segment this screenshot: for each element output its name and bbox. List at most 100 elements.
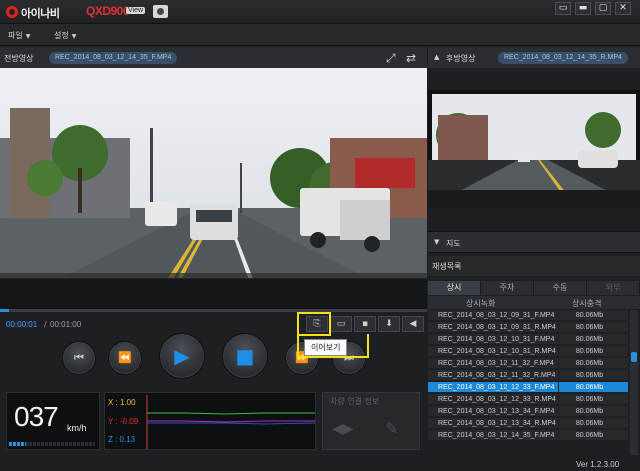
tab-normal[interactable]: 상시 xyxy=(428,281,481,295)
status-bar xyxy=(0,455,640,471)
list-item-file: REC_2014_08_03_12_12_33_R.MP4 xyxy=(438,396,556,403)
list-item-file: REC_2014_08_03_12_11_32_F.MP4 xyxy=(438,360,554,367)
current-time: 00:00:01 xyxy=(6,320,38,329)
column-normal-impact[interactable]: 상시충격 xyxy=(572,298,601,309)
list-item-size: 80.06Mb xyxy=(558,346,618,357)
seek-bar-fill xyxy=(0,309,9,312)
stop-icon: ■ xyxy=(235,344,255,368)
tooltip-highlight xyxy=(297,312,331,336)
list-item-file: REC_2014_08_03_12_12_33_F.MP4 xyxy=(438,384,555,391)
tab-parking[interactable]: 주차 xyxy=(481,281,534,295)
list-item[interactable]: REC_2014_08_03_12_13_34_R.MP4 80.06Mb xyxy=(428,418,628,429)
list-item[interactable]: REC_2014_08_03_12_11_32_R.MP4 80.06Mb xyxy=(428,370,628,381)
list-item-size: 80.06Mb xyxy=(558,310,618,321)
list-item-file: REC_2014_08_03_12_13_34_R.MP4 xyxy=(438,420,556,427)
gsensor-y: Y : -0.09 xyxy=(108,417,139,426)
list-item-size: 80.06Mb xyxy=(558,418,618,429)
rewind-button[interactable]: ⏪ xyxy=(108,341,142,375)
tooltip: 이어보기 xyxy=(304,339,348,356)
volume-icon[interactable]: ◀ xyxy=(402,316,424,332)
rear-video-view[interactable] xyxy=(428,90,640,208)
capture-icon[interactable]: ▪ xyxy=(354,316,376,332)
front-video-label: 전방영상 xyxy=(4,54,34,63)
camera-icon xyxy=(153,5,168,18)
expand-down-icon[interactable]: ▼ xyxy=(434,238,439,246)
speed-value: 037 xyxy=(14,401,59,432)
tab-external[interactable]: 외부 xyxy=(587,281,640,295)
gsensor-x-line xyxy=(147,412,315,415)
swap-icon[interactable]: ⇄ xyxy=(406,51,416,65)
inavi-logo-icon xyxy=(6,6,18,18)
skip-previous-icon: ⏮ xyxy=(74,351,84,364)
list-item-size: 80.06Mb xyxy=(558,382,618,393)
playlist-scroll-thumb[interactable] xyxy=(631,352,637,362)
menu-file[interactable]: 파일 ▼ xyxy=(8,30,30,41)
play-button[interactable]: ▶ xyxy=(159,333,205,379)
list-item-file: REC_2014_08_03_12_10_31_R.MP4 xyxy=(438,348,556,355)
stop-button[interactable]: ■ xyxy=(222,333,268,379)
list-item-file: REC_2014_08_03_12_13_34_F.MP4 xyxy=(438,408,555,415)
menu-bar xyxy=(0,24,640,46)
gsensor-z-line xyxy=(147,422,316,425)
list-item[interactable]: REC_2014_08_03_12_11_32_F.MP4 80.06Mb xyxy=(428,358,628,369)
gsensor-z: Z : 0.13 xyxy=(108,435,136,444)
speed-level-fill xyxy=(9,442,26,446)
brand-name: 아이나비 xyxy=(21,7,60,20)
rear-file-name: REC_2014_08_03_12_14_35_R.MP4 xyxy=(498,52,628,64)
list-item[interactable]: REC_2014_08_03_12_12_33_F.MP4 80.06Mb xyxy=(428,382,628,393)
playlist-scrollbar[interactable] xyxy=(630,310,638,455)
list-item[interactable]: REC_2014_08_03_12_12_33_R.MP4 80.06Mb xyxy=(428,394,628,405)
wrench-icon: ✎ xyxy=(385,419,399,438)
total-time: 00:01:00 xyxy=(50,320,82,329)
list-item-size: 80.06Mb xyxy=(558,394,618,405)
column-normal-record[interactable]: 상시녹화 xyxy=(466,298,495,309)
previous-file-button[interactable]: ⏮ xyxy=(62,341,96,375)
list-item-file: REC_2014_08_03_12_11_32_R.MP4 xyxy=(438,372,556,379)
list-item-file: REC_2014_08_03_12_09_31_R.MP4 xyxy=(438,324,556,331)
seek-bar[interactable] xyxy=(0,309,427,312)
gsensor-x: X : 1.00 xyxy=(108,398,136,407)
play-icon: ▶ xyxy=(174,344,190,368)
list-item[interactable]: REC_2014_08_03_12_09_31_R.MP4 80.06Mb xyxy=(428,322,628,333)
vehicle-link-title: 차량 연결 정보 xyxy=(330,397,380,406)
rear-video-label: 후방영상 xyxy=(446,54,476,63)
playlist-column-header xyxy=(428,296,640,309)
list-item-size: 80.06Mb xyxy=(558,358,618,369)
arrows-icon: ◀▶ xyxy=(332,421,354,437)
menu-settings[interactable]: 설정 ▼ xyxy=(54,30,76,41)
front-file-name: REC_2014_08_03_12_14_35_F.MP4 xyxy=(49,52,178,64)
list-item-size: 80.06Mb xyxy=(558,334,618,345)
rear-video-spacer xyxy=(428,68,640,90)
rear-video-bottom xyxy=(428,208,640,231)
list-item-size: 80.06Mb xyxy=(558,406,618,417)
fullscreen-icon[interactable]: ⤢ xyxy=(386,51,396,66)
maximize-button[interactable]: ▢ xyxy=(595,2,611,15)
rewind-icon: ⏪ xyxy=(118,351,132,364)
list-item-file: REC_2014_08_03_12_14_35_F.MP4 xyxy=(438,432,555,439)
model-name: QXD900 xyxy=(86,4,130,18)
list-item-file: REC_2014_08_03_12_10_31_F.MP4 xyxy=(438,336,555,343)
list-item[interactable]: REC_2014_08_03_12_13_34_F.MP4 80.06Mb xyxy=(428,406,628,417)
download-icon[interactable]: ⬇ xyxy=(378,316,400,332)
close-button[interactable]: ✕ xyxy=(615,2,631,15)
collapse-up-icon[interactable]: ▲ xyxy=(434,53,439,61)
list-item-file: REC_2014_08_03_12_09_31_F.MP4 xyxy=(438,312,555,319)
list-item-size: 80.06Mb xyxy=(558,430,618,441)
list-item-size: 80.06Mb xyxy=(558,370,618,381)
front-video-view[interactable] xyxy=(0,68,427,309)
minimize-button[interactable]: ▬ xyxy=(575,2,591,15)
view-badge: View xyxy=(126,7,146,14)
window-icon[interactable]: ▭ xyxy=(330,316,352,332)
list-item-size: 80.06Mb xyxy=(558,322,618,333)
list-item[interactable]: REC_2014_08_03_12_10_31_R.MP4 80.06Mb xyxy=(428,346,628,357)
menu-file-label: 파일 xyxy=(8,31,23,40)
menu-settings-label: 설정 xyxy=(54,31,69,40)
list-item[interactable]: REC_2014_08_03_12_10_31_F.MP4 80.06Mb xyxy=(428,334,628,345)
speed-unit: km/h xyxy=(67,423,87,433)
list-item[interactable]: REC_2014_08_03_12_09_31_F.MP4 80.06Mb xyxy=(428,310,628,321)
chevron-down-icon: ▼ xyxy=(25,33,31,40)
list-item[interactable]: REC_2014_08_03_12_14_35_F.MP4 80.06Mb xyxy=(428,430,628,441)
mini-mode-button[interactable]: ▭ xyxy=(555,2,571,15)
tab-manual[interactable]: 수동 xyxy=(534,281,587,295)
time-separator: / xyxy=(44,320,47,329)
